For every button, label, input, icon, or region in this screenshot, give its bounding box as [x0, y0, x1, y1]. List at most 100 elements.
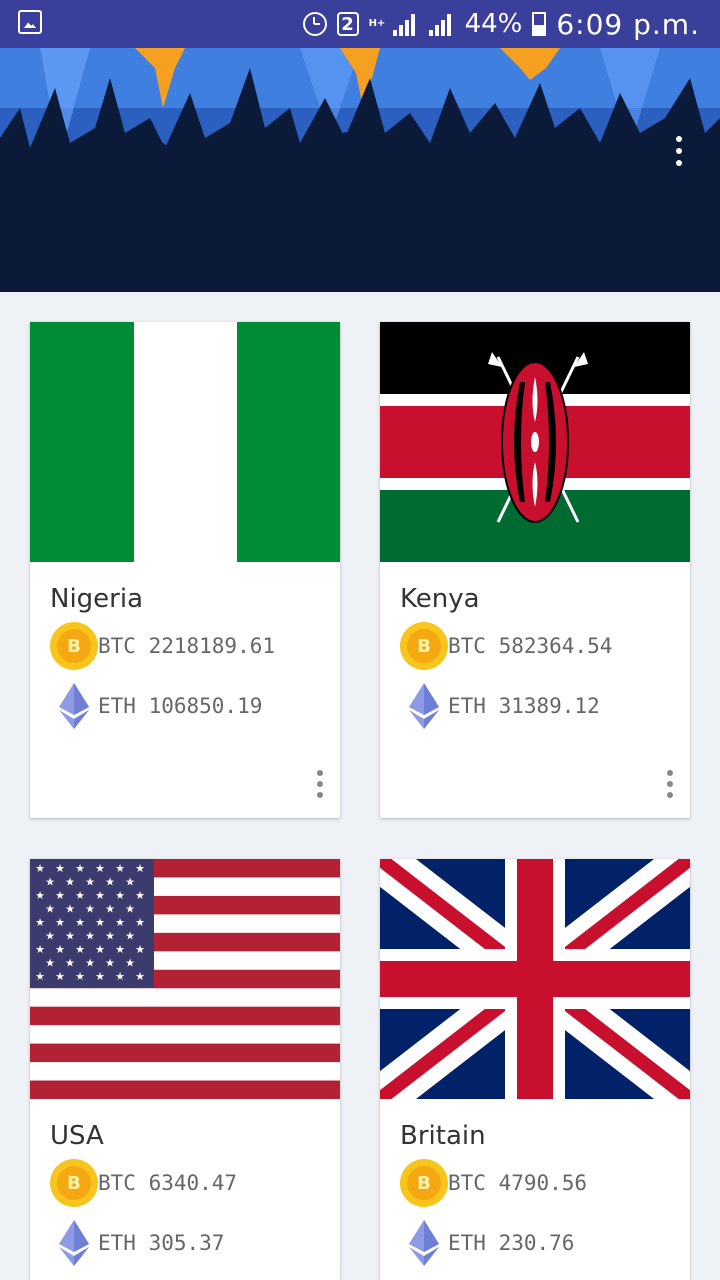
svg-text:★: ★	[55, 916, 65, 929]
svg-text:★: ★	[35, 970, 45, 983]
eth-value: ETH 230.76	[448, 1231, 575, 1255]
nigeria-flag-image	[30, 322, 340, 562]
uk-flag-image	[380, 859, 690, 1099]
svg-text:★: ★	[105, 876, 115, 889]
crowd-banner-image	[0, 48, 720, 292]
status-bar: 2 H+ 44% 6:09 p.m.	[0, 0, 720, 48]
svg-text:★: ★	[105, 930, 115, 943]
svg-text:★: ★	[75, 889, 85, 902]
kenya-flag-image	[380, 322, 690, 562]
eth-rate: ETH 305.37	[50, 1219, 224, 1267]
svg-text:★: ★	[45, 957, 55, 970]
svg-text:★: ★	[65, 903, 75, 916]
eth-value: ETH 31389.12	[448, 694, 600, 718]
bitcoin-icon: B	[50, 622, 98, 670]
svg-text:★: ★	[85, 903, 95, 916]
svg-text:★: ★	[115, 862, 125, 875]
eth-rate: ETH 106850.19	[50, 682, 262, 730]
ethereum-icon	[50, 682, 98, 730]
svg-text:★: ★	[55, 970, 65, 983]
bitcoin-icon: B	[400, 1159, 448, 1207]
btc-rate: B BTC 582364.54	[400, 622, 612, 670]
card-menu-button[interactable]	[316, 770, 324, 800]
svg-text:★: ★	[75, 916, 85, 929]
network-type-label: H+	[368, 18, 386, 29]
eth-rate: ETH 31389.12	[400, 682, 600, 730]
ethereum-icon	[400, 682, 448, 730]
svg-text:★: ★	[65, 957, 75, 970]
btc-value: BTC 4790.56	[448, 1171, 588, 1195]
svg-text:★: ★	[95, 943, 105, 956]
svg-text:★: ★	[115, 889, 125, 902]
gallery-notification-icon	[18, 10, 42, 34]
eth-value: ETH 106850.19	[98, 694, 263, 718]
svg-text:★: ★	[125, 903, 135, 916]
svg-text:★: ★	[35, 916, 45, 929]
svg-text:★: ★	[135, 862, 145, 875]
alarm-icon	[302, 12, 327, 36]
svg-text:★: ★	[45, 876, 55, 889]
svg-text:★: ★	[75, 970, 85, 983]
svg-text:★: ★	[125, 876, 135, 889]
svg-text:★: ★	[135, 916, 145, 929]
svg-text:★: ★	[95, 970, 105, 983]
btc-value: BTC 2218189.61	[98, 634, 276, 658]
eth-value: ETH 305.37	[98, 1231, 225, 1255]
country-card-kenya[interactable]: Kenya B BTC 582364.54 ETH 31389.12	[380, 322, 690, 818]
country-card-usa[interactable]: ★ ★ ★ ★ ★ ★ ★ ★ ★ ★ ★ ★ ★ ★ ★ ★ ★ ★ ★ ★ ★ ★ ★ ★ ★ ★ ★ ★ ★ ★ ★ ★ ★ ★ ★ ★ ★ ★ ★ ★…	[30, 859, 340, 1280]
svg-text:★: ★	[65, 930, 75, 943]
svg-text:★: ★	[95, 889, 105, 902]
country-card-nigeria[interactable]: Nigeria B BTC 2218189.61 ETH 106850.19	[30, 322, 340, 818]
svg-text:★: ★	[105, 957, 115, 970]
svg-text:★: ★	[45, 903, 55, 916]
svg-text:★: ★	[35, 889, 45, 902]
btc-value: BTC 582364.54	[448, 634, 613, 658]
bitcoin-icon: B	[400, 622, 448, 670]
btc-value: BTC 6340.47	[98, 1171, 238, 1195]
btc-rate: B BTC 4790.56	[400, 1159, 587, 1207]
bitcoin-icon: B	[50, 1159, 98, 1207]
svg-text:★: ★	[135, 943, 145, 956]
usa-flag-image: ★ ★ ★ ★ ★ ★★ ★ ★ ★ ★★ ★ ★ ★ ★ ★★ ★ ★ ★ ★★ ★ ★ ★ ★ ★★ ★ ★ ★ ★★ ★ ★ ★ ★ ★★…	[30, 859, 340, 1099]
btc-rate: B BTC 6340.47	[50, 1159, 237, 1207]
svg-text:★: ★	[135, 970, 145, 983]
svg-text:★: ★	[135, 889, 145, 902]
overflow-menu-button[interactable]	[672, 136, 686, 176]
svg-text:★: ★	[35, 943, 45, 956]
svg-text:★: ★	[105, 903, 115, 916]
svg-text:★: ★	[95, 862, 105, 875]
battery-icon	[532, 12, 547, 36]
svg-text:★: ★	[35, 862, 45, 875]
ethereum-icon	[400, 1219, 448, 1267]
svg-text:★: ★	[95, 916, 105, 929]
signal-strength-icon-2	[428, 12, 455, 36]
btc-rate: B BTC 2218189.61	[50, 622, 275, 670]
country-card-britain[interactable]: Britain B BTC 4790.56 ETH 230.76	[380, 859, 690, 1280]
svg-text:★: ★	[55, 943, 65, 956]
svg-text:★: ★	[85, 957, 95, 970]
ethereum-icon	[50, 1219, 98, 1267]
battery-percent: 44%	[464, 9, 523, 39]
svg-text:★: ★	[75, 943, 85, 956]
country-name: Britain	[400, 1121, 486, 1151]
country-name: Nigeria	[50, 584, 144, 614]
svg-text:★: ★	[115, 943, 125, 956]
svg-text:★: ★	[75, 862, 85, 875]
country-name: USA	[50, 1121, 104, 1151]
svg-text:★: ★	[125, 930, 135, 943]
svg-text:★: ★	[85, 930, 95, 943]
svg-text:★: ★	[85, 876, 95, 889]
svg-text:★: ★	[65, 876, 75, 889]
svg-text:★: ★	[55, 862, 65, 875]
card-menu-button[interactable]	[666, 770, 674, 800]
header-banner	[0, 48, 720, 292]
svg-text:★: ★	[125, 957, 135, 970]
clock: 6:09 p.m.	[556, 7, 700, 41]
svg-text:★: ★	[115, 916, 125, 929]
country-name: Kenya	[400, 584, 480, 614]
signal-strength-icon	[392, 12, 419, 36]
eth-rate: ETH 230.76	[400, 1219, 574, 1267]
notification-count-badge: 2	[336, 12, 359, 36]
svg-text:★: ★	[55, 889, 65, 902]
svg-text:★: ★	[45, 930, 55, 943]
